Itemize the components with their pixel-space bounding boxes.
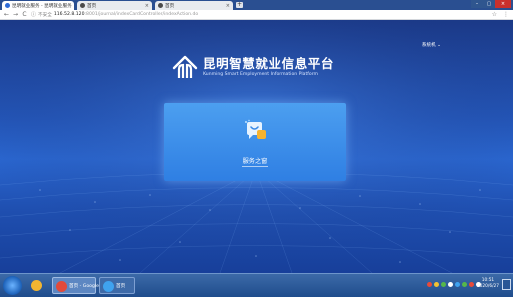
page-content: 系统机 ⌄ 昆明智慧就业信息平台 Kunming Smart Employmen… bbox=[0, 20, 513, 273]
account-menu[interactable]: 系统机 ⌄ bbox=[422, 42, 441, 48]
service-label-underline bbox=[242, 166, 268, 167]
info-icon[interactable]: ⓘ bbox=[31, 11, 36, 18]
insecure-label: 不安全 bbox=[38, 12, 52, 18]
chrome-icon bbox=[56, 281, 67, 292]
show-desktop-button[interactable] bbox=[502, 279, 511, 290]
service-window-label: 服务之窗 bbox=[242, 158, 268, 165]
new-tab-button[interactable]: + bbox=[236, 2, 243, 8]
tab-bar: 昆明就业服务 - 昆明就业服务 × 首页 × 首页 × + – ▢ × bbox=[0, 0, 513, 10]
os-taskbar: 首页 - Google C... 首页 10:51 2020/6/27 bbox=[0, 273, 513, 297]
menu-kebab-icon[interactable]: ⋮ bbox=[503, 11, 509, 18]
taskbar-app-browser[interactable]: 首页 bbox=[99, 277, 135, 294]
url-host: 116.52.8.120 bbox=[53, 12, 85, 17]
taskbar-app-label: 首页 bbox=[116, 284, 126, 289]
system-tray bbox=[427, 282, 481, 287]
platform-logo-icon bbox=[172, 55, 198, 78]
site-favicon-icon bbox=[5, 3, 10, 8]
tab-1[interactable]: 昆明就业服务 - 昆明就业服务 × bbox=[2, 1, 74, 10]
page-favicon-icon bbox=[158, 3, 163, 8]
reload-button[interactable]: C bbox=[20, 11, 29, 18]
close-window-button[interactable]: × bbox=[495, 0, 511, 8]
browser-icon bbox=[103, 281, 114, 292]
tab-title: 首页 bbox=[165, 3, 175, 9]
clock-date: 2020/6/27 bbox=[476, 284, 499, 289]
maximize-button[interactable]: ▢ bbox=[483, 0, 495, 8]
tray-icon-red[interactable] bbox=[427, 282, 432, 287]
forward-button[interactable]: → bbox=[11, 11, 20, 18]
tab-title: 昆明就业服务 - 昆明就业服务 bbox=[12, 3, 72, 9]
address-bar[interactable]: ⓘ 不安全 116.52.8.120 :8001/journal/indexCa… bbox=[31, 11, 198, 19]
tray-icon-red-2[interactable] bbox=[469, 282, 474, 287]
tab-3[interactable]: 首页 × bbox=[155, 1, 233, 10]
platform-title: 昆明智慧就业信息平台 bbox=[203, 56, 335, 71]
minimize-button[interactable]: – bbox=[471, 0, 483, 8]
service-window-card[interactable]: 服务之窗 bbox=[164, 103, 346, 181]
taskbar-app-explorer[interactable] bbox=[28, 277, 48, 294]
tab-2[interactable]: 首页 × bbox=[77, 1, 152, 10]
url-path: :8001/journal/indexCardController/indexA… bbox=[84, 12, 199, 17]
chat-bubble-icon bbox=[245, 119, 266, 139]
tab-close-icon[interactable]: × bbox=[224, 3, 230, 9]
tray-icon-green[interactable] bbox=[441, 282, 446, 287]
toolbar-actions: ☆ ⋮ bbox=[492, 11, 509, 18]
tray-icon-blue[interactable] bbox=[455, 282, 460, 287]
tab-close-icon[interactable]: × bbox=[72, 3, 75, 9]
platform-subtitle: Kunming Smart Employment Information Pla… bbox=[203, 72, 318, 77]
start-menu-button[interactable] bbox=[3, 276, 22, 295]
platform-logo: 昆明智慧就业信息平台 Kunming Smart Employment Info… bbox=[172, 54, 334, 80]
tab-close-icon[interactable]: × bbox=[143, 3, 149, 9]
logo-text: 昆明智慧就业信息平台 Kunming Smart Employment Info… bbox=[203, 56, 335, 78]
taskbar-clock[interactable]: 10:51 2020/6/27 bbox=[477, 278, 499, 290]
tray-icon-yellow[interactable] bbox=[434, 282, 439, 287]
taskbar-app-chrome[interactable]: 首页 - Google C... bbox=[52, 277, 108, 294]
tab-title: 首页 bbox=[87, 3, 97, 9]
page-favicon-icon bbox=[80, 3, 85, 8]
window-controls: – ▢ × bbox=[471, 0, 511, 8]
tray-icon-white[interactable] bbox=[448, 282, 453, 287]
folder-icon bbox=[31, 280, 42, 291]
network-icon[interactable] bbox=[462, 282, 467, 287]
bookmark-star-icon[interactable]: ☆ bbox=[492, 11, 497, 18]
back-button[interactable]: ← bbox=[2, 11, 11, 18]
browser-toolbar: ← → C ⓘ 不安全 116.52.8.120 :8001/journal/i… bbox=[0, 10, 513, 20]
